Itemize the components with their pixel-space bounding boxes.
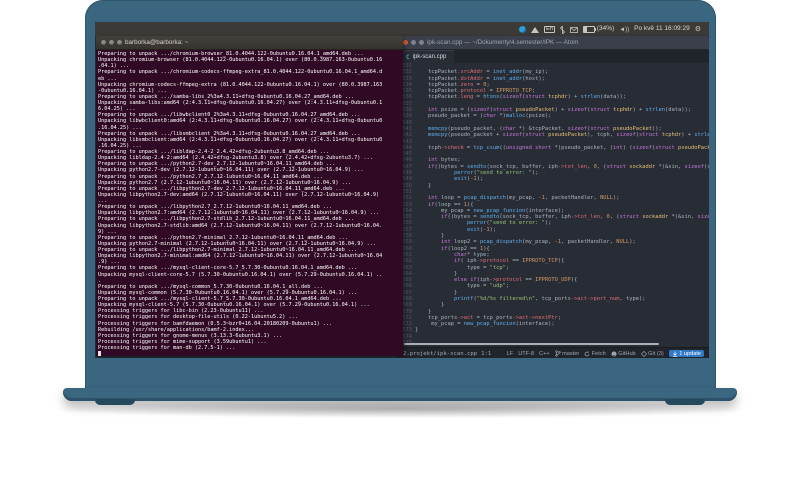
status-item-master[interactable]: master — [554, 350, 580, 357]
atom-titlebar[interactable]: ipk-scan.cpp — ~/Dokumenty/4.semester/IP… — [398, 36, 709, 50]
clock-label: Po kvě 11 16:09:29 — [634, 25, 690, 33]
terminal-line: Preparing to unpack .../chromium-codecs-… — [98, 69, 383, 76]
app-indicator[interactable] — [519, 26, 527, 33]
clock-indicator[interactable]: Po kvě 11 16:09:29 — [634, 26, 690, 33]
minimize-button[interactable] — [109, 40, 114, 45]
terminal-output[interactable]: Preparing to unpack .../chromium-browser… — [96, 50, 403, 356]
gear-icon: ⚙ — [694, 26, 701, 33]
status-item-c-[interactable]: C++ — [539, 351, 550, 357]
laptop-foot-left — [95, 399, 135, 405]
bluetooth-icon — [559, 25, 565, 34]
code-line: 542 memcpy(pseudo_packet + sizeof(struct… — [398, 132, 709, 138]
terminal-line: Unpacking samba-libs:amd64 (2:4.3.11+dfs… — [98, 100, 383, 106]
laptop-foot-right — [665, 399, 705, 405]
terminal-line: Unpacking libpython2.7-minimal:amd64 (2.… — [98, 253, 383, 260]
screen: En (34%) ◄)) Po kvě 11 16:09:29 ⚙ ipk-sc… — [95, 22, 709, 358]
terminal-line: Unpacking chromium-browser (81.0.4044.12… — [98, 57, 383, 64]
status-item-label: C++ — [539, 350, 550, 357]
volume-indicator[interactable]: ◄)) — [619, 27, 629, 33]
branch-icon — [554, 350, 561, 357]
wifi-icon — [531, 26, 540, 33]
network-indicator[interactable] — [531, 26, 540, 33]
maximize-button[interactable] — [419, 40, 424, 45]
battery-indicator[interactable]: (34%) — [582, 25, 615, 33]
terminal-line: Unpacking chromium-codecs-ffmpeg-extra (… — [98, 81, 383, 88]
atom-statusbar: 2.projekt/ipk-scan.cpp 1:1 LF UTF-8 C++ mas… — [398, 347, 709, 358]
status-item-fetch[interactable]: Fetch — [584, 351, 606, 357]
laptop-frame: En (34%) ◄)) Po kvě 11 16:09:29 ⚙ ipk-sc… — [85, 0, 716, 392]
terminal-line: Preparing to unpack .../libsmbclient_2%3… — [98, 130, 361, 137]
statusbar-cursor-position[interactable]: 1:1 — [481, 351, 491, 357]
status-item-git-3-[interactable]: Git (3) — [640, 350, 664, 357]
atom-window: ipk-scan.cpp — ~/Dokumenty/4.semester/IP… — [398, 36, 709, 358]
terminal-line: Unpacking python2.7-dev (2.7.12-1ubuntu0… — [98, 167, 364, 174]
github-icon — [611, 351, 617, 357]
terminal-window: barborka@barborka: ~ Preparing to unpack… — [96, 36, 403, 356]
statusbar-file-path[interactable]: 2.projekt/ipk-scan.cpp — [403, 351, 477, 357]
git-icon — [640, 350, 647, 357]
laptop-shadow — [55, 400, 745, 418]
status-item-1-update[interactable]: 1 update — [668, 350, 704, 357]
mail-indicator[interactable] — [569, 26, 578, 33]
status-item-lf[interactable]: LF — [507, 351, 514, 357]
terminal-cursor — [98, 351, 101, 356]
terminal-cursor-line — [98, 351, 401, 356]
tab-label: ipk-scan.cpp — [412, 54, 447, 60]
volume-icon: ◄)) — [619, 26, 630, 33]
keyboard-layout-indicator[interactable]: En — [544, 25, 555, 34]
tab-ipk-scan[interactable]: C ipk-scan.cpp — [398, 50, 455, 63]
mail-icon — [569, 26, 578, 33]
horizontal-scrollbar[interactable] — [404, 343, 660, 345]
terminal-titlebar[interactable]: barborka@barborka: ~ — [96, 36, 403, 50]
status-item-label: LF — [506, 350, 514, 357]
messenger-icon — [519, 26, 527, 33]
status-item-utf-8[interactable]: UTF-8 — [518, 351, 534, 357]
terminal-line: Unpacking mysql-client-core-5.7 (5.7.30-… — [98, 271, 383, 278]
status-item-label: Fetch — [591, 350, 606, 357]
bluetooth-indicator[interactable] — [559, 25, 565, 34]
status-item-label: GitHub — [618, 350, 636, 357]
status-item-github[interactable]: GitHub — [611, 351, 636, 357]
session-menu[interactable]: ⚙ — [695, 26, 701, 33]
code-editor[interactable]: 531 532 tcpPacket.srcAddr = inet_addr(my… — [398, 63, 709, 347]
maximize-button[interactable] — [117, 40, 122, 45]
terminal-line: Unpacking libpython2.7-dev:amd64 (2.7.12… — [98, 191, 380, 198]
status-item-label: Git (3) — [648, 350, 664, 357]
laptop-mockup: En (34%) ◄)) Po kvě 11 16:09:29 ⚙ ipk-sc… — [0, 0, 800, 477]
status-item-label: master — [562, 350, 580, 357]
c-file-icon: C — [406, 53, 410, 61]
status-item-label: UTF-8 — [518, 350, 535, 357]
atom-tab-bar: C ipk-scan.cpp — [398, 50, 709, 63]
terminal-line: Unpacking libpython2.7-stdlib:amd64 (2.7… — [98, 222, 383, 229]
download-icon — [672, 351, 678, 357]
terminal-line: Preparing to unpack .../mysql-client-cor… — [98, 265, 358, 272]
keyboard-layout-label: En — [546, 25, 553, 32]
sync-icon — [584, 350, 590, 357]
battery-percent-label: (34%) — [596, 25, 615, 33]
code-line: 544 tcph->check = tcp_csum((unsigned sho… — [398, 145, 709, 151]
status-item-label: 1 update — [679, 350, 701, 357]
minimize-button[interactable] — [411, 40, 416, 45]
top-panel: En (34%) ◄)) Po kvě 11 16:09:29 ⚙ — [95, 22, 709, 37]
laptop-base — [63, 388, 737, 401]
terminal-line: Unpacking libsmbclient:amd64 (2:4.3.11+d… — [98, 136, 383, 143]
terminal-line: Unpacking libwbclient0:amd64 (2:4.3.11+d… — [98, 118, 383, 125]
close-button[interactable] — [403, 40, 408, 45]
close-button[interactable] — [101, 40, 106, 45]
atom-window-title: ipk-scan.cpp — ~/Dokumenty/4.semester/IP… — [427, 39, 579, 46]
battery-icon — [582, 26, 596, 33]
terminal-window-title: barborka@barborka: ~ — [125, 39, 189, 46]
